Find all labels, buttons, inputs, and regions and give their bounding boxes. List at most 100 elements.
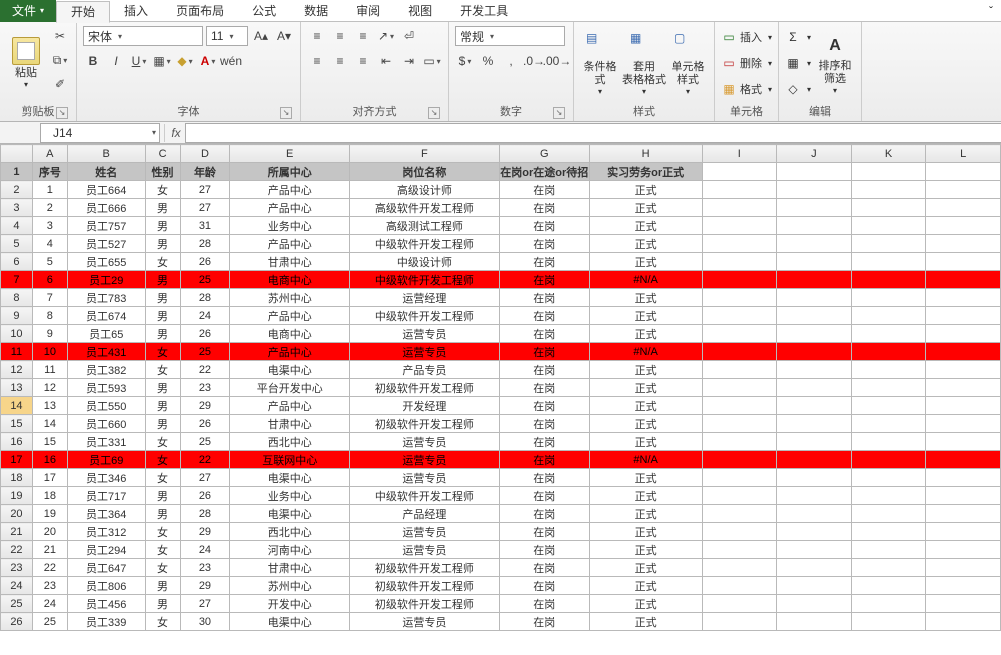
cell[interactable]: 15 xyxy=(32,433,67,451)
cell[interactable] xyxy=(777,289,852,307)
number-launcher-icon[interactable]: ↘ xyxy=(553,107,565,119)
cell[interactable] xyxy=(702,469,777,487)
align-top-button[interactable]: ≡ xyxy=(307,26,327,46)
cell[interactable] xyxy=(851,595,926,613)
cell[interactable] xyxy=(702,559,777,577)
header-cell[interactable]: 岗位名称 xyxy=(350,163,500,181)
cell[interactable]: 男 xyxy=(145,217,180,235)
cell[interactable]: 26 xyxy=(180,415,230,433)
cell[interactable]: 中级软件开发工程师 xyxy=(350,271,500,289)
cell[interactable]: 正式 xyxy=(589,433,702,451)
cell[interactable]: 产品中心 xyxy=(230,181,350,199)
bold-button[interactable]: B xyxy=(83,51,103,71)
cell[interactable]: 24 xyxy=(180,541,230,559)
cell[interactable]: 女 xyxy=(145,181,180,199)
cell[interactable]: 正式 xyxy=(589,415,702,433)
font-launcher-icon[interactable]: ↘ xyxy=(280,107,292,119)
cell[interactable]: 在岗 xyxy=(499,559,589,577)
cell[interactable]: 员工431 xyxy=(67,343,145,361)
worksheet-grid[interactable]: ABCDEFGHIJKL 1序号姓名性别年龄所属中心岗位名称在岗or在途or待招… xyxy=(0,144,1001,631)
cell[interactable]: 4 xyxy=(32,235,67,253)
header-cell[interactable]: 序号 xyxy=(32,163,67,181)
cell[interactable] xyxy=(777,253,852,271)
cell[interactable] xyxy=(702,271,777,289)
cell[interactable]: 运营专员 xyxy=(350,343,500,361)
cell[interactable]: 甘肃中心 xyxy=(230,559,350,577)
cell[interactable] xyxy=(926,289,1001,307)
cell[interactable] xyxy=(702,343,777,361)
cell[interactable] xyxy=(851,163,926,181)
clipboard-launcher-icon[interactable]: ↘ xyxy=(56,107,68,119)
cell[interactable]: 正式 xyxy=(589,361,702,379)
cell[interactable] xyxy=(777,559,852,577)
cell[interactable] xyxy=(702,235,777,253)
font-color-button[interactable]: A xyxy=(198,51,218,71)
cell[interactable] xyxy=(702,379,777,397)
cell[interactable] xyxy=(702,487,777,505)
column-header[interactable]: G xyxy=(499,145,589,163)
cell[interactable]: 女 xyxy=(145,613,180,631)
row-header[interactable]: 15 xyxy=(1,415,33,433)
column-header[interactable]: H xyxy=(589,145,702,163)
cell[interactable]: 互联网中心 xyxy=(230,451,350,469)
cell[interactable] xyxy=(851,469,926,487)
cell[interactable]: 初级软件开发工程师 xyxy=(350,415,500,433)
cell[interactable]: 电渠中心 xyxy=(230,505,350,523)
cell[interactable]: 男 xyxy=(145,307,180,325)
cell[interactable]: 9 xyxy=(32,325,67,343)
cell[interactable]: 男 xyxy=(145,199,180,217)
cell[interactable]: 女 xyxy=(145,253,180,271)
decrease-indent-button[interactable]: ⇤ xyxy=(376,51,396,71)
cell[interactable]: 员工312 xyxy=(67,523,145,541)
cell[interactable] xyxy=(777,199,852,217)
cell[interactable]: 26 xyxy=(180,253,230,271)
cell[interactable] xyxy=(926,469,1001,487)
cell[interactable] xyxy=(777,217,852,235)
cell[interactable]: 在岗 xyxy=(499,523,589,541)
cell[interactable]: 在岗 xyxy=(499,217,589,235)
cell[interactable] xyxy=(777,163,852,181)
autosum-button[interactable]: ▾ xyxy=(785,26,811,48)
column-header[interactable]: L xyxy=(926,145,1001,163)
cell[interactable] xyxy=(926,307,1001,325)
cell[interactable] xyxy=(926,541,1001,559)
cell[interactable] xyxy=(926,343,1001,361)
cell[interactable]: 初级软件开发工程师 xyxy=(350,595,500,613)
cell[interactable] xyxy=(702,199,777,217)
cell[interactable]: 正式 xyxy=(589,217,702,235)
cell[interactable] xyxy=(777,307,852,325)
cell[interactable]: 正式 xyxy=(589,523,702,541)
row-header[interactable]: 8 xyxy=(1,289,33,307)
font-size-combo[interactable]: 11▾ xyxy=(206,26,248,46)
cell[interactable]: 在岗 xyxy=(499,397,589,415)
cell[interactable] xyxy=(851,325,926,343)
cell[interactable]: 28 xyxy=(180,235,230,253)
cell[interactable]: 高级设计师 xyxy=(350,181,500,199)
cell[interactable] xyxy=(851,415,926,433)
row-header[interactable]: 18 xyxy=(1,469,33,487)
tab-home[interactable]: 开始 xyxy=(56,1,110,23)
cell[interactable]: 电渠中心 xyxy=(230,469,350,487)
cell[interactable] xyxy=(777,505,852,523)
cell[interactable]: 男 xyxy=(145,271,180,289)
cell[interactable]: 员工655 xyxy=(67,253,145,271)
cell[interactable] xyxy=(851,559,926,577)
cell[interactable]: 产品经理 xyxy=(350,505,500,523)
cell[interactable] xyxy=(926,523,1001,541)
cell[interactable]: 男 xyxy=(145,505,180,523)
cell[interactable]: 女 xyxy=(145,433,180,451)
cell[interactable]: 运营专员 xyxy=(350,541,500,559)
delete-cells-button[interactable]: 删除▾ xyxy=(721,52,772,74)
cell[interactable] xyxy=(702,289,777,307)
cell[interactable]: 员工527 xyxy=(67,235,145,253)
cell[interactable]: 5 xyxy=(32,253,67,271)
cell[interactable]: 正式 xyxy=(589,577,702,595)
cell[interactable] xyxy=(926,217,1001,235)
row-header[interactable]: 19 xyxy=(1,487,33,505)
cell[interactable]: 在岗 xyxy=(499,199,589,217)
row-header[interactable]: 20 xyxy=(1,505,33,523)
row-header[interactable]: 10 xyxy=(1,325,33,343)
cell[interactable]: 25 xyxy=(180,343,230,361)
cut-button[interactable] xyxy=(50,26,70,46)
cell[interactable] xyxy=(851,451,926,469)
